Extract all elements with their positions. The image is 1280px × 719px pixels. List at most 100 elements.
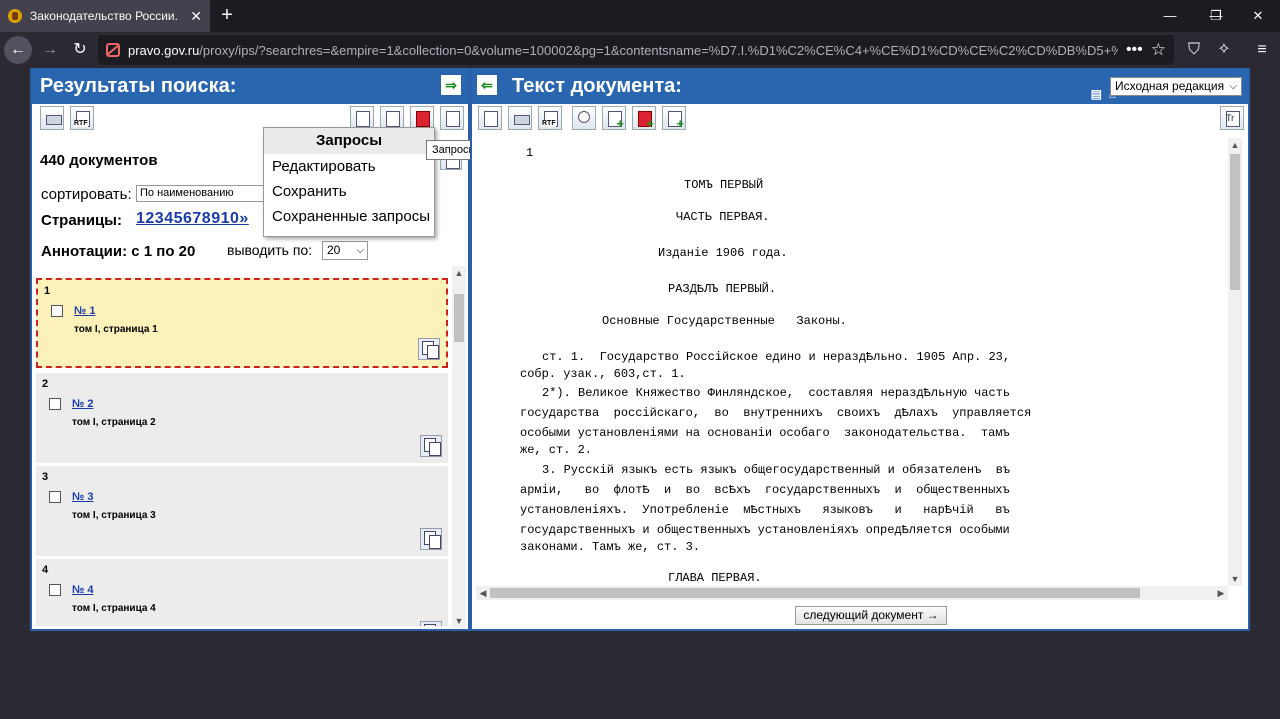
result-link[interactable]: № 1	[74, 305, 95, 317]
doc-line: ст. 1. Государство Россiйское едино и не…	[542, 350, 1011, 364]
search-in-text-icon[interactable]	[572, 106, 596, 130]
doc-line: Изданiе 1906 года.	[658, 246, 788, 260]
address-bar[interactable]: pravo.gov.ru/proxy/ips/?searchres=&empir…	[98, 35, 1174, 65]
bookmark-star-icon[interactable]: ☆	[1151, 40, 1166, 60]
add-note-icon[interactable]	[662, 106, 686, 131]
minimize-button-2[interactable]: —	[1150, 0, 1190, 32]
copy-text-icon[interactable]	[478, 106, 502, 130]
queries-dropdown-title: Запросы	[264, 128, 434, 154]
menu-item-save[interactable]: Сохранить	[264, 179, 434, 204]
scroll-up-icon[interactable]: ▲	[1228, 138, 1242, 152]
back-arrow-icon[interactable]: ←	[4, 36, 32, 64]
scroll-down-icon[interactable]: ▼	[1228, 572, 1242, 586]
tab-title: Законодательство России.	[30, 9, 178, 23]
doc-line: государственныхъ и общественныхъ установ…	[520, 523, 1010, 537]
next-document-button[interactable]: следующий документ →	[795, 606, 947, 625]
document-scrollbar[interactable]: ▲ ▼	[1228, 138, 1242, 586]
redaction-value: Исходная редакция	[1115, 79, 1225, 93]
scroll-down-icon[interactable]: ▼	[452, 614, 466, 628]
expand-left-icon[interactable]: ⇐	[476, 74, 498, 96]
results-scrollbar[interactable]: ▲ ▼	[452, 266, 466, 628]
new-tab-button[interactable]: +	[216, 4, 238, 26]
result-link[interactable]: № 3	[72, 491, 93, 503]
search-results-title: Результаты поиска:	[40, 75, 237, 97]
doc-line: государства россiйскаго, во внутреннихъ …	[520, 406, 1032, 420]
result-number: 1	[44, 285, 51, 297]
site-favicon-icon	[8, 9, 22, 23]
result-number: 2	[42, 378, 49, 390]
shield-icon[interactable]: ⛉	[1184, 40, 1204, 60]
add-bookmark-icon[interactable]	[632, 106, 656, 131]
chevron-down-icon: ⌵	[356, 245, 364, 256]
menu-icon[interactable]: ≡	[1252, 40, 1272, 60]
result-number: 4	[42, 564, 49, 576]
doc-line: ТОМЪ ПЕРВЫЙ	[684, 178, 764, 192]
rtf-export-icon[interactable]	[70, 106, 94, 130]
scroll-right-icon[interactable]: ▶	[1214, 586, 1228, 600]
add-to-folder-icon[interactable]	[602, 106, 626, 131]
doc-line: же, ст. 2.	[520, 443, 593, 457]
document-hscrollbar[interactable]: ◀ ▶	[476, 586, 1228, 600]
doc-line: ЧАСТЬ ПЕРВАЯ.	[676, 210, 770, 224]
hscroll-thumb[interactable]	[490, 588, 1140, 598]
document-text-pane: ⇐ Текст документа: ⌂ ▤ Исходная редакция…	[470, 68, 1250, 631]
result-checkbox[interactable]	[49, 491, 61, 503]
scroll-thumb[interactable]	[1230, 154, 1240, 290]
per-page-select[interactable]: 20 ⌵	[322, 241, 368, 260]
rtf-export-icon[interactable]	[538, 106, 562, 130]
extensions-icon[interactable]: ✧	[1214, 40, 1234, 60]
sort-label: сортировать:	[41, 186, 132, 203]
copy-document-icon[interactable]	[420, 435, 442, 457]
tab-close-icon[interactable]: ✕	[190, 8, 202, 25]
menu-item-edit[interactable]: Редактировать	[264, 154, 434, 179]
font-size-icon[interactable]	[1220, 106, 1244, 130]
redaction-select[interactable]: Исходная редакция ⌵	[1110, 77, 1242, 96]
result-number: 3	[42, 471, 49, 483]
toc-icon[interactable]: ▤	[1091, 76, 1102, 112]
result-item-4[interactable]: 4 № 4 том I, страница 4	[36, 559, 448, 626]
result-item-2[interactable]: 2 № 2 том I, страница 2	[36, 373, 448, 463]
doc-line: Основные Государственные Законы.	[602, 314, 847, 328]
search-results-header: Результаты поиска: ⇒	[32, 68, 468, 104]
restore-button[interactable]: ❐	[1196, 0, 1236, 32]
result-subtitle: том I, страница 3	[72, 510, 156, 521]
menu-item-saved-queries[interactable]: Сохраненные запросы	[264, 204, 434, 229]
scroll-thumb[interactable]	[454, 294, 464, 342]
forward-arrow-icon[interactable]: →	[36, 36, 64, 64]
sort-select[interactable]: По наименованию	[136, 185, 266, 202]
per-page-label: выводить по:	[227, 242, 313, 258]
page-actions-icon[interactable]: •••	[1126, 41, 1143, 59]
copy-document-icon[interactable]	[418, 338, 440, 360]
scroll-up-icon[interactable]: ▲	[452, 266, 466, 280]
pagination-links[interactable]: 12345678910»	[136, 210, 249, 228]
annotations-range: Аннотации: с 1 по 20	[41, 243, 196, 260]
doc-line: армiи, во флотѢ и во всѢхъ государственн…	[520, 483, 1010, 497]
view-icon[interactable]	[440, 106, 464, 130]
copy-document-icon[interactable]	[420, 621, 442, 626]
print-icon[interactable]	[40, 106, 64, 130]
result-item-1[interactable]: 1 № 1 том I, страница 1	[36, 278, 448, 368]
result-subtitle: том I, страница 1	[74, 324, 158, 335]
result-item-3[interactable]: 3 № 3 том I, страница 3	[36, 466, 448, 556]
search-results-pane: Результаты поиска: ⇒ 440 документов сорт…	[30, 68, 483, 631]
print-icon[interactable]	[508, 106, 532, 130]
queries-dropdown: Запросы Редактировать Сохранить Сохранен…	[263, 127, 435, 237]
result-checkbox[interactable]	[49, 398, 61, 410]
result-link[interactable]: № 2	[72, 398, 93, 410]
browser-tab[interactable]: Законодательство России. ✕	[0, 0, 210, 32]
results-list: 1 № 1 том I, страница 1 2 № 2 том I, стр…	[34, 276, 450, 626]
document-text-title: Текст документа:	[512, 75, 682, 97]
url-text[interactable]: pravo.gov.ru/proxy/ips/?searchres=&empir…	[128, 43, 1118, 58]
document-body: 1 ТОМЪ ПЕРВЫЙ ЧАСТЬ ПЕРВАЯ. Изданiе 1906…	[476, 138, 1228, 586]
reload-icon[interactable]: ↻	[66, 36, 94, 64]
result-checkbox[interactable]	[51, 305, 63, 317]
close-window-button[interactable]: ✕	[1238, 0, 1278, 32]
pages-label: Страницы:	[41, 212, 122, 229]
insecure-lock-icon[interactable]	[106, 43, 120, 57]
scroll-left-icon[interactable]: ◀	[476, 586, 490, 600]
collapse-right-icon[interactable]: ⇒	[440, 74, 462, 96]
copy-document-icon[interactable]	[420, 528, 442, 550]
doc-line: РАЗДѢЛЪ ПЕРВЫЙ.	[668, 282, 777, 296]
result-link[interactable]: № 4	[72, 584, 93, 596]
result-checkbox[interactable]	[49, 584, 61, 596]
